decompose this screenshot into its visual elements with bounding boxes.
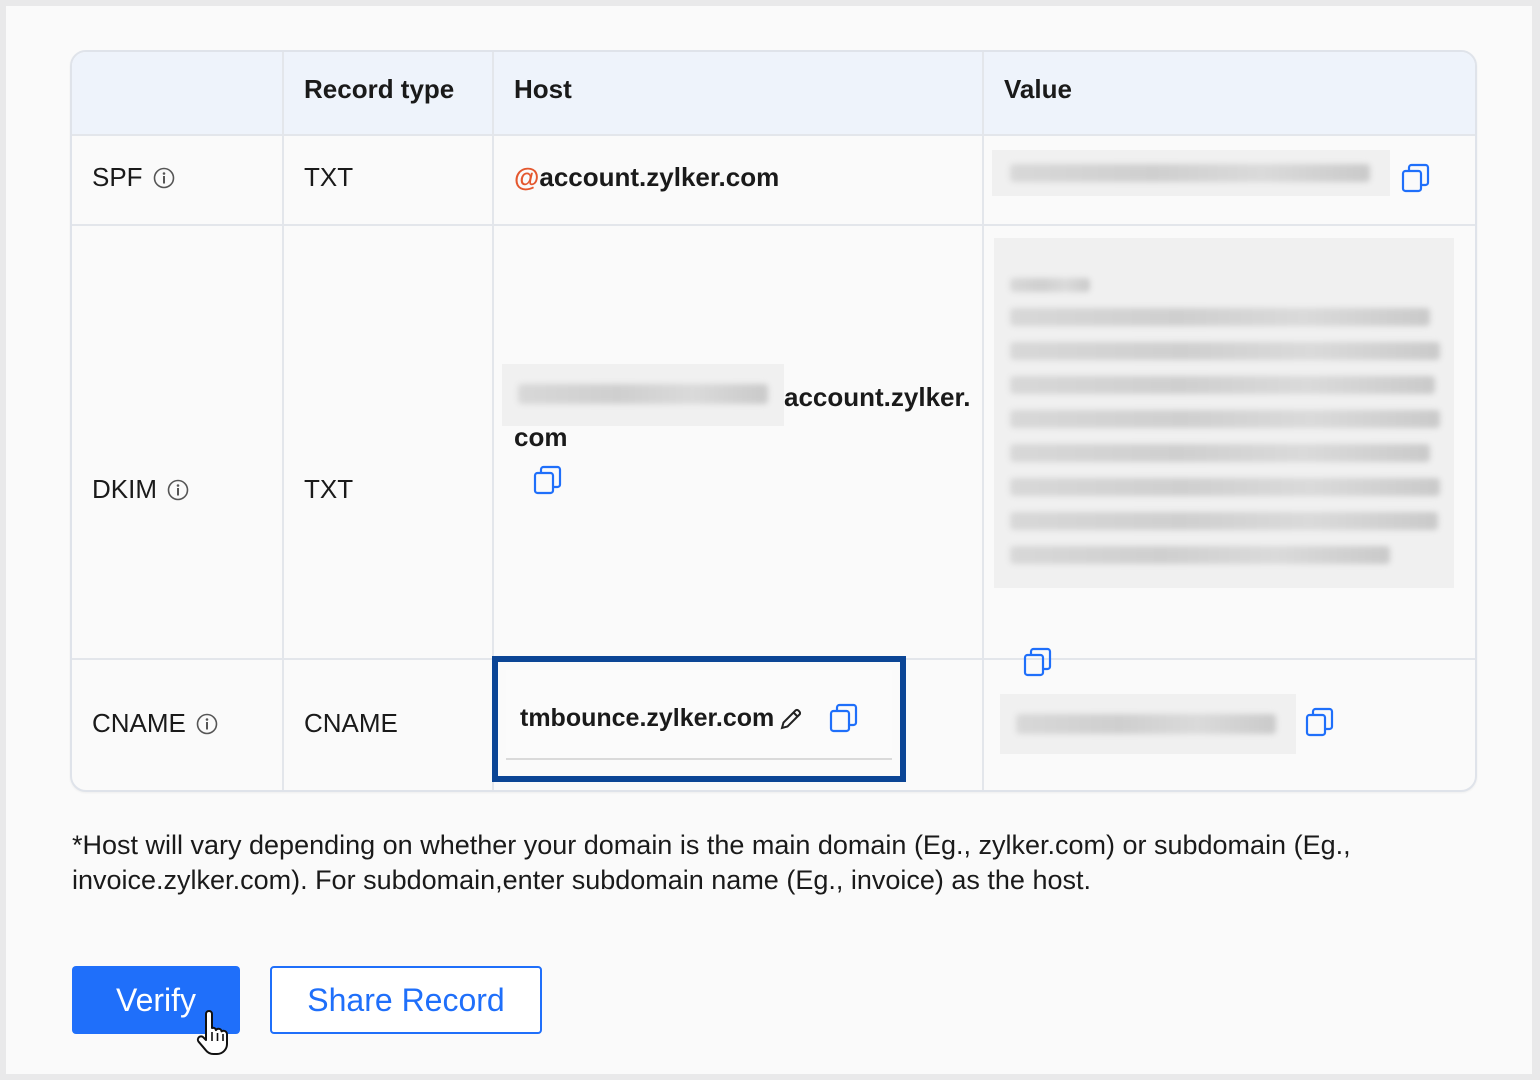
host-dkim-domain-tail: com: [514, 422, 568, 452]
copy-icon[interactable]: [828, 702, 860, 734]
dns-records-table: Record type Host Value SPF TXT @account.…: [70, 50, 1477, 792]
table-row-spf: SPF TXT @account.zylker.com: [72, 136, 1475, 226]
host-dkim-redacted: [502, 364, 784, 426]
host-cname: tmbounce.zylker.com: [520, 704, 775, 732]
header-cell-value: Value: [984, 52, 1475, 134]
record-name-cname: CNAME: [92, 708, 186, 738]
pencil-icon[interactable]: [778, 706, 804, 732]
share-record-button[interactable]: Share Record: [270, 966, 542, 1034]
table-row-dkim: DKIM TXT account.zylker. com: [72, 226, 1475, 677]
header-record-type: Record type: [304, 74, 455, 104]
header-value: Value: [1004, 74, 1072, 104]
record-type-cname: CNAME: [304, 708, 398, 738]
cname-host-field[interactable]: tmbounce.zylker.com: [506, 670, 892, 760]
copy-icon[interactable]: [1304, 706, 1336, 738]
record-type-dkim: TXT: [304, 474, 354, 504]
copy-icon[interactable]: [532, 464, 564, 496]
table-header-row: Record type Host Value: [72, 52, 1475, 136]
record-type-spf: TXT: [304, 162, 354, 192]
value-cname-redacted: [1000, 694, 1296, 754]
record-name-spf: SPF: [92, 162, 143, 192]
info-icon[interactable]: [196, 713, 218, 735]
copy-icon[interactable]: [1400, 162, 1432, 194]
host-at-sign: @: [514, 162, 540, 192]
cname-host-highlight: tmbounce.zylker.com: [492, 656, 906, 782]
value-spf-redacted: [992, 150, 1390, 196]
host-note: *Host will vary depending on whether you…: [72, 830, 1351, 895]
info-icon[interactable]: [167, 479, 189, 501]
dns-records-panel: Record type Host Value SPF TXT @account.…: [6, 6, 1532, 1074]
host-spf: @account.zylker.com: [514, 162, 780, 192]
header-cell-name: [72, 52, 284, 134]
host-dkim-domain: account.zylker.: [784, 382, 971, 412]
header-cell-host: Host: [494, 52, 984, 134]
header-cell-record-type: Record type: [284, 52, 494, 134]
hand-pointer-cursor: [196, 1010, 228, 1055]
value-dkim-redacted: [994, 238, 1454, 588]
header-host: Host: [514, 74, 572, 104]
info-icon[interactable]: [153, 167, 175, 189]
record-name-dkim: DKIM: [92, 474, 157, 504]
